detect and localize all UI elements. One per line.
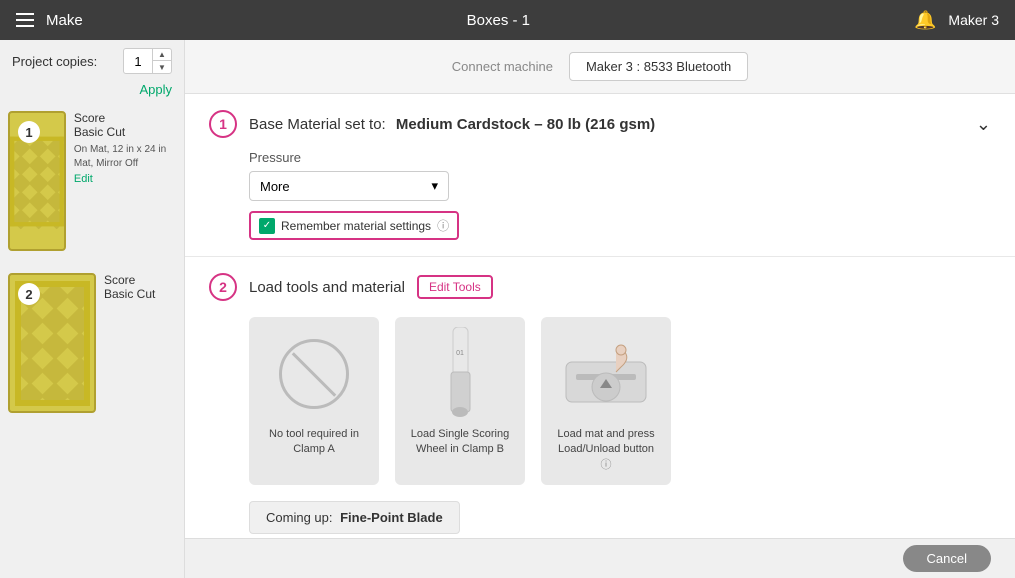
- mat-number-2: 2: [18, 283, 40, 305]
- tool-card-label-1: No tool required in Clamp A: [261, 427, 367, 458]
- content-area: Connect machine Maker 3 : 8533 Bluetooth…: [185, 40, 1015, 578]
- no-tool-line: [292, 352, 337, 397]
- mat-info-2: Score Basic Cut: [104, 273, 155, 301]
- tool-card-3: Load mat and press Load/Unload button ⓘ: [541, 317, 671, 485]
- pressure-label: Pressure: [249, 150, 991, 165]
- list-item: 2: [8, 273, 176, 419]
- step1-material: Medium Cardstock – 80 lb (216 gsm): [396, 116, 655, 133]
- step2-header: 2 Load tools and material Edit Tools: [209, 273, 991, 301]
- sidebar-header: Project copies: 1 ▲ ▼: [0, 40, 184, 82]
- tool-card-label-2: Load Single Scoring Wheel in Clamp B: [407, 427, 513, 458]
- mat-thumbnail-2: 2: [8, 273, 96, 413]
- mat-item-row-1: 1: [8, 111, 176, 257]
- edit-tools-button[interactable]: Edit Tools: [417, 275, 493, 299]
- scoring-wheel-svg: 01: [433, 327, 488, 422]
- project-copies-label: Project copies:: [12, 54, 97, 69]
- pressure-select[interactable]: More ▾: [249, 171, 449, 201]
- mat-cut-label-1: Basic Cut: [74, 125, 176, 139]
- pressure-dropdown-icon: ▾: [431, 178, 438, 194]
- tool-card-label-3: Load mat and press Load/Unload button ⓘ: [553, 427, 659, 473]
- checkbox-checked-icon: ✓: [259, 218, 275, 234]
- remember-label: Remember material settings: [281, 219, 431, 233]
- material-settings: Pressure More ▾ ✓ Remember material sett…: [209, 150, 991, 240]
- tool-card-1: No tool required in Clamp A: [249, 317, 379, 485]
- machine-badge[interactable]: Maker 3 : 8533 Bluetooth: [569, 52, 748, 81]
- project-title: Boxes - 1: [467, 12, 530, 29]
- info-icon: ⓘ: [437, 217, 449, 234]
- remember-checkbox[interactable]: ✓ Remember material settings ⓘ: [249, 211, 459, 240]
- no-tool-circle: [279, 339, 349, 409]
- load-mat-info-icon: ⓘ: [601, 459, 612, 471]
- apply-button[interactable]: Apply: [0, 82, 184, 103]
- svg-text:01: 01: [456, 350, 464, 357]
- top-bar-left: Make: [16, 12, 83, 29]
- step2-title: Load tools and material: [249, 279, 405, 296]
- coming-up-bar: Coming up: Fine-Point Blade: [249, 501, 460, 534]
- step1-title: Base Material set to: Medium Cardstock –…: [249, 116, 655, 133]
- mat-info-1: Score Basic Cut On Mat, 12 in x 24 in Ma…: [74, 111, 176, 185]
- coming-up-prefix: Coming up:: [266, 510, 332, 525]
- mat-score-label-2: Score: [104, 273, 155, 287]
- copies-stepper[interactable]: 1 ▲ ▼: [123, 48, 172, 74]
- sidebar-items: 1: [0, 103, 184, 578]
- expand-icon[interactable]: ⌄: [976, 114, 991, 135]
- mat-cut-label-2: Basic Cut: [104, 287, 155, 301]
- step1-section: 1 Base Material set to: Medium Cardstock…: [185, 94, 1015, 256]
- notification-icon[interactable]: 🔔: [914, 10, 936, 31]
- tool-card-2: 01 Load Single Scoring Wheel in Clamp B: [395, 317, 525, 485]
- scoring-wheel-image: 01: [415, 329, 505, 419]
- no-tool-image: [269, 329, 359, 419]
- menu-icon[interactable]: [16, 13, 34, 27]
- copies-down-arrow[interactable]: ▼: [153, 61, 171, 73]
- step1-prefix: Base Material set to:: [249, 116, 386, 133]
- bottom-bar: Cancel: [185, 538, 1015, 578]
- copies-up-arrow[interactable]: ▲: [153, 49, 171, 61]
- mat-edit-1[interactable]: Edit: [74, 173, 176, 185]
- pressure-value: More: [260, 179, 290, 194]
- step2-number: 2: [209, 273, 237, 301]
- top-bar-right: 🔔 Maker 3: [914, 10, 999, 31]
- load-mat-svg: [561, 332, 651, 417]
- connect-bar: Connect machine Maker 3 : 8533 Bluetooth: [185, 40, 1015, 94]
- mat-number-1: 1: [18, 121, 40, 143]
- load-mat-image: [561, 329, 651, 419]
- app-title: Make: [46, 12, 83, 29]
- main-layout: Project copies: 1 ▲ ▼ Apply 1: [0, 40, 1015, 578]
- copies-input[interactable]: 1: [124, 52, 152, 71]
- cancel-button[interactable]: Cancel: [903, 545, 991, 572]
- connect-label: Connect machine: [452, 59, 553, 74]
- mat-score-label-1: Score: [74, 111, 176, 125]
- step1-header: 1 Base Material set to: Medium Cardstock…: [209, 110, 991, 138]
- mat-desc-1: On Mat, 12 in x 24 in Mat, Mirror Off: [74, 143, 176, 171]
- machine-label: Maker 3: [948, 12, 999, 28]
- sidebar: Project copies: 1 ▲ ▼ Apply 1: [0, 40, 185, 578]
- copies-arrows: ▲ ▼: [152, 49, 171, 73]
- mat-item-row-2: 2: [8, 273, 176, 419]
- coming-up-value: Fine-Point Blade: [340, 510, 443, 525]
- step1-number: 1: [209, 110, 237, 138]
- mat-thumbnail-1: 1: [8, 111, 66, 251]
- step2-section: 2 Load tools and material Edit Tools No …: [185, 256, 1015, 550]
- top-bar: Make Boxes - 1 🔔 Maker 3: [0, 0, 1015, 40]
- list-item: 1: [8, 111, 176, 257]
- tool-cards: No tool required in Clamp A 01: [249, 317, 991, 485]
